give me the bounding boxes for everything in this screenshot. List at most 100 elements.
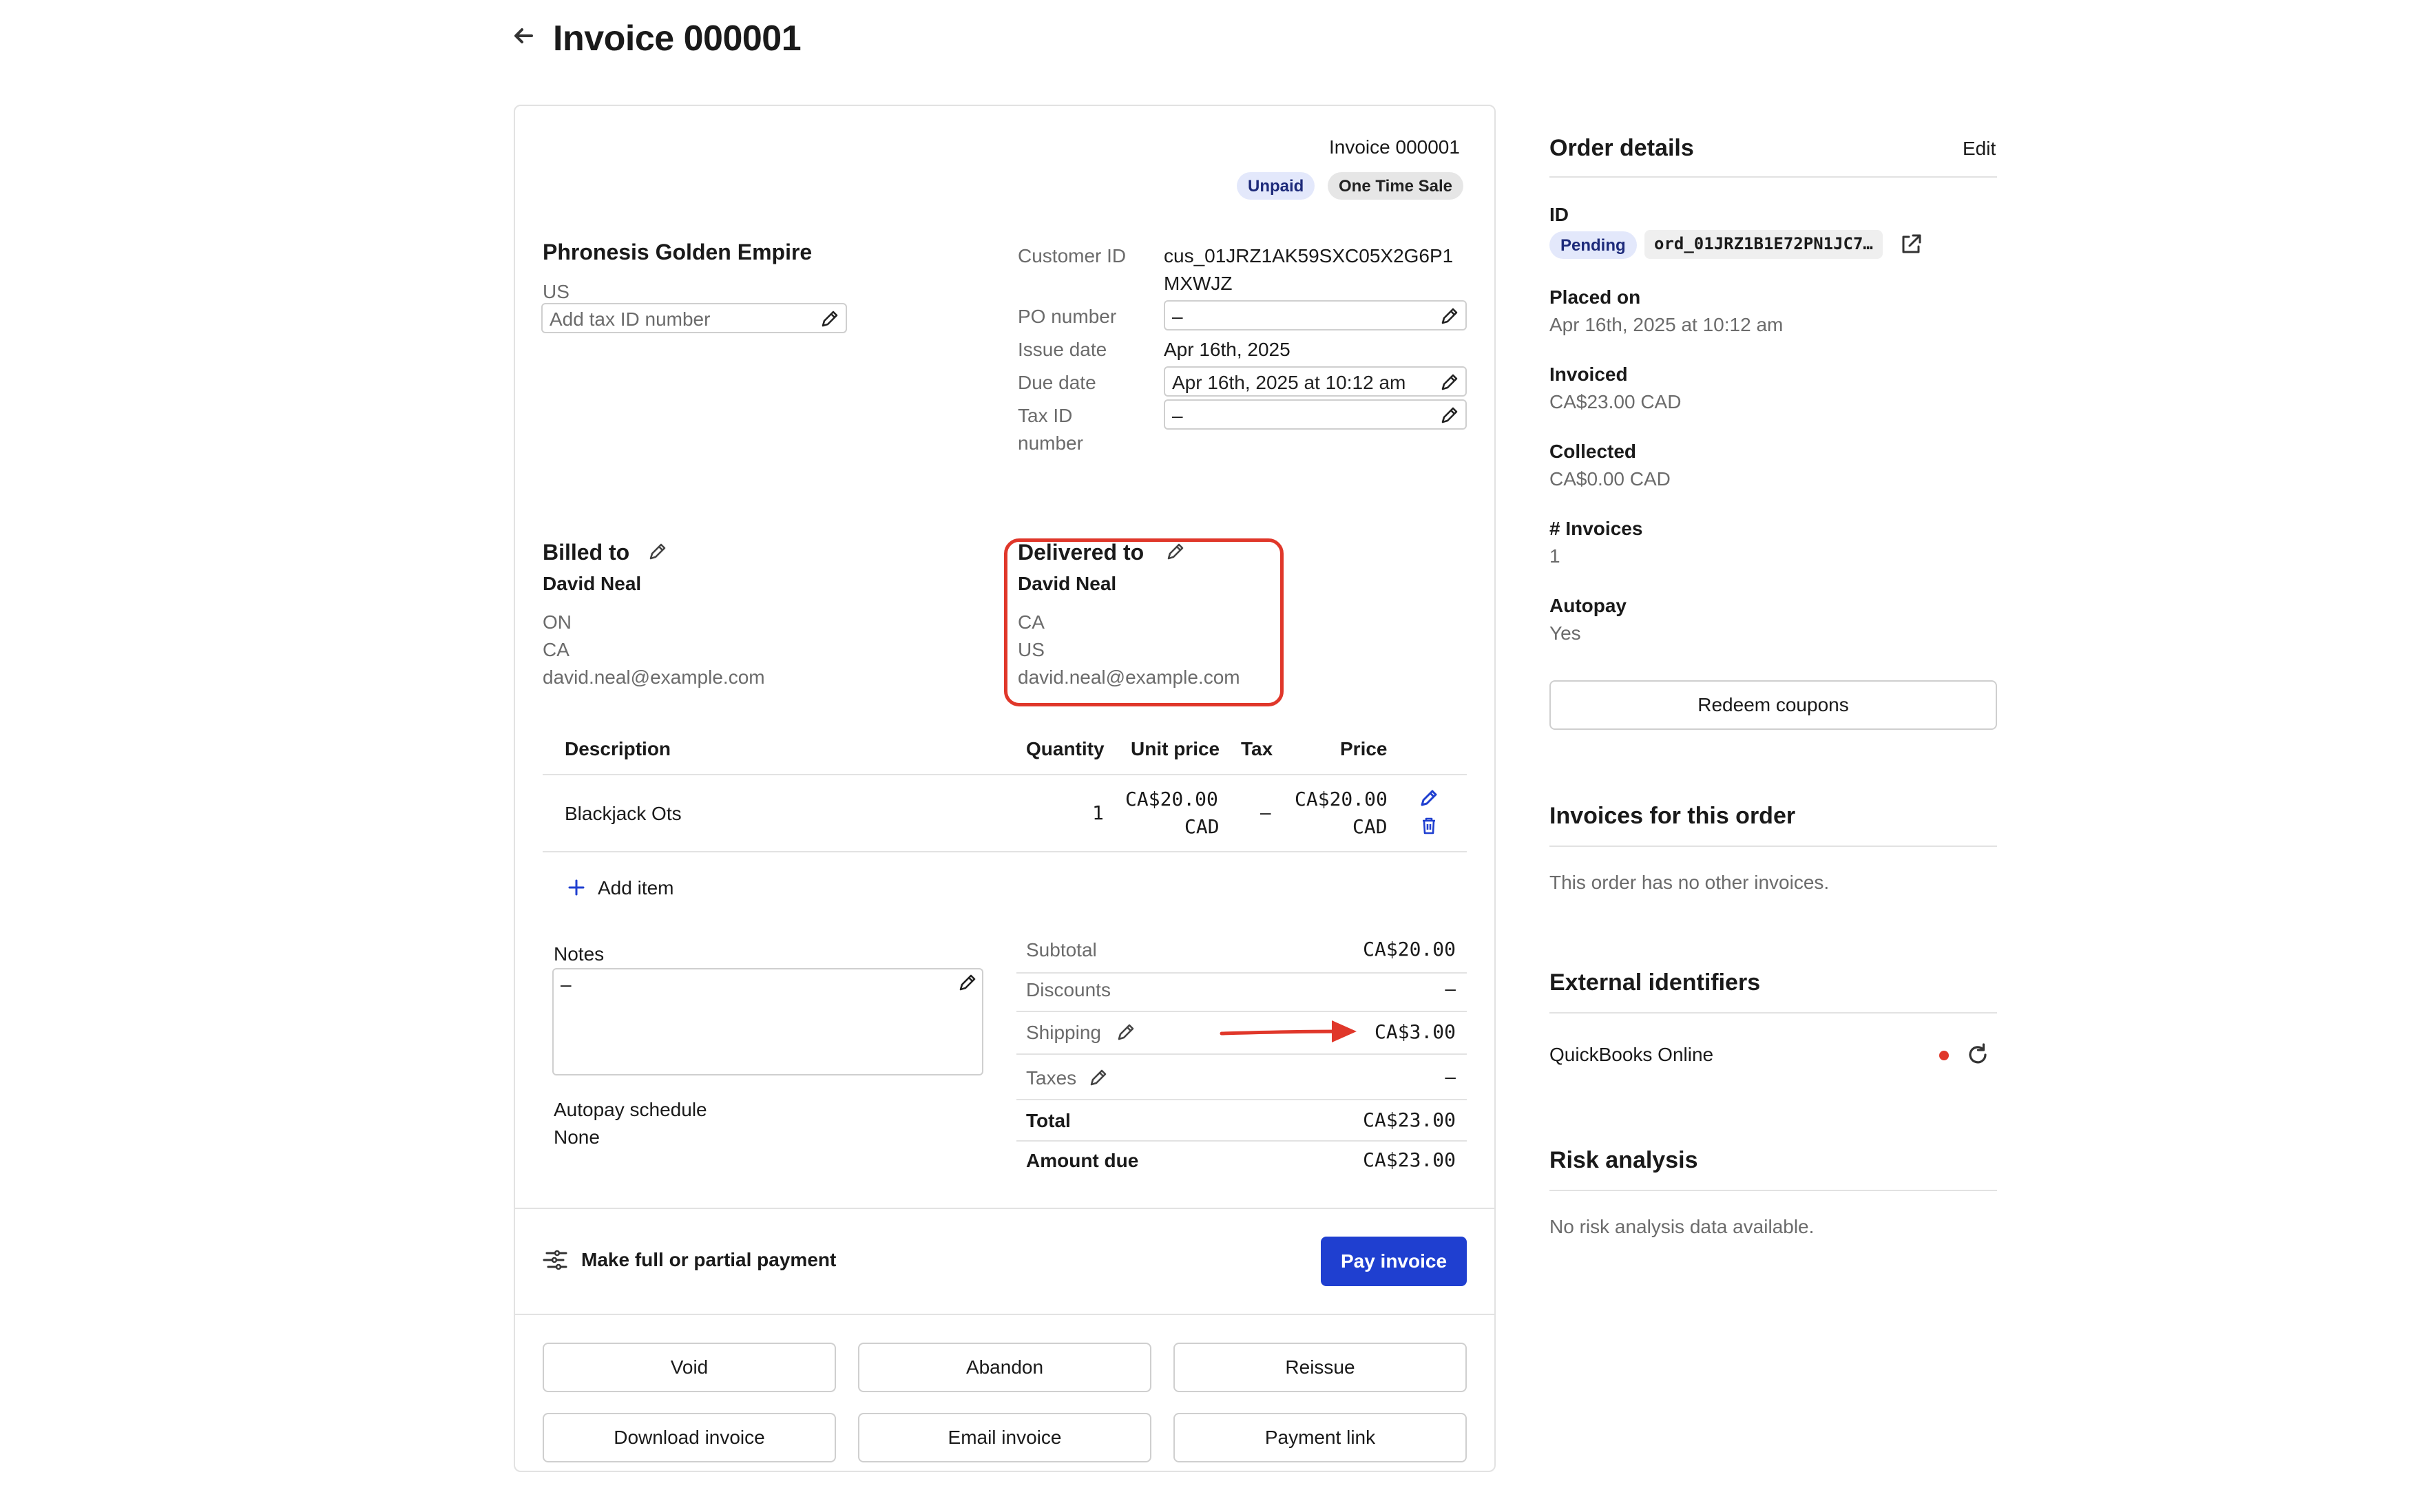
sync-status-dot [1939,1051,1949,1060]
tax-id-number-value: – [1172,405,1183,426]
autopay-schedule-link[interactable]: None [554,1126,600,1148]
issue-date-value: Apr 16th, 2025 [1164,339,1290,360]
notes-textarea[interactable]: – [552,968,983,1075]
divider [543,851,1467,852]
col-description: Description [565,738,671,759]
tax-id-placeholder: Add tax ID number [550,308,711,330]
invoiced-value: CA$23.00 CAD [1549,391,1682,412]
pencil-icon[interactable] [957,972,978,993]
autopay-value: Yes [1549,622,1581,644]
invoices-for-order-title: Invoices for this order [1549,803,1796,829]
status-badge-unpaid: Unpaid [1237,172,1315,200]
amount-due-label: Amount due [1026,1150,1139,1171]
order-id-value: ord_01JRZ1B1E72PN1JC7… [1644,230,1883,259]
order-status-badge: Pending [1549,231,1637,259]
refresh-icon[interactable] [1965,1042,1990,1067]
issue-date-label: Issue date [1018,339,1107,360]
billed-to-line2: CA [543,639,569,660]
annotation-highlight-box [1004,538,1284,706]
placed-on-value: Apr 16th, 2025 at 10:12 am [1549,314,1784,335]
divider [1016,1053,1467,1055]
tax-id-number-field[interactable]: – [1164,399,1467,430]
shipping-label: Shipping [1026,1022,1101,1043]
tax-id-number-label-cont: number [1018,432,1083,454]
col-quantity: Quantity [1026,738,1105,759]
billed-to-email: david.neal@example.com [543,666,765,688]
pencil-icon[interactable] [1439,405,1460,426]
tax-id-field[interactable]: Add tax ID number [541,303,847,333]
subtotal-label: Subtotal [1026,939,1097,960]
pencil-icon[interactable] [1088,1067,1109,1088]
collected-label: Collected [1549,441,1637,462]
taxes-value: – [1445,1066,1456,1087]
external-link-icon[interactable] [1899,233,1923,256]
invoice-count-label: # Invoices [1549,518,1643,539]
tax-id-number-label: Tax ID [1018,405,1073,426]
pencil-icon[interactable] [1439,372,1460,392]
item-quantity: 1 [1092,801,1104,824]
customer-id-link[interactable]: cus_01JRZ1AK59SXC05X2G6P1 [1164,245,1453,267]
plus-icon [568,879,585,896]
divider [1549,1190,1997,1191]
void-button[interactable]: Void [543,1343,836,1392]
quickbooks-label: QuickBooks Online [1549,1044,1714,1065]
status-badge-sale-type: One Time Sale [1328,172,1463,200]
po-number-label: PO number [1018,306,1117,327]
pencil-icon[interactable] [819,308,840,329]
external-identifiers-title: External identifiers [1549,969,1761,996]
risk-analysis-title: Risk analysis [1549,1147,1698,1173]
subtotal-value: CA$20.00 [1363,938,1456,960]
abandon-button[interactable]: Abandon [858,1343,1151,1392]
item-price-currency: CAD [1352,815,1388,838]
redeem-coupons-button[interactable]: Redeem coupons [1549,680,1997,730]
collected-value: CA$0.00 CAD [1549,468,1671,490]
item-description: Blackjack Ots [565,803,682,824]
divider [515,1208,1494,1209]
divider [515,1314,1494,1315]
pencil-icon[interactable] [1439,306,1460,326]
payment-label: Make full or partial payment [581,1249,837,1270]
download-invoice-button[interactable]: Download invoice [543,1413,836,1462]
billed-to-name: David Neal [543,573,642,594]
pencil-icon[interactable] [647,541,668,562]
placed-on-label: Placed on [1549,286,1641,308]
invoice-count-value: 1 [1549,545,1560,567]
notes-value: – [561,974,572,995]
edit-item-icon[interactable] [1419,788,1439,808]
billed-to-title: Billed to [543,540,630,565]
back-arrow-icon[interactable] [510,21,537,51]
pencil-icon[interactable] [1116,1022,1136,1042]
add-item-label: Add item [598,877,674,899]
payment-link-button[interactable]: Payment link [1173,1413,1467,1462]
total-label: Total [1026,1110,1071,1131]
discounts-value: – [1445,978,1456,999]
notes-label: Notes [554,943,605,965]
item-tax: – [1260,801,1271,823]
po-number-value: – [1172,306,1183,327]
customer-id-label: Customer ID [1018,245,1127,266]
invoiced-label: Invoiced [1549,364,1628,385]
due-date-field[interactable]: Apr 16th, 2025 at 10:12 am [1164,366,1467,397]
customer-name: Phronesis Golden Empire [543,240,813,264]
divider [1016,972,1467,974]
divider [1549,176,1997,178]
divider [1016,1099,1467,1100]
trash-icon[interactable] [1419,815,1439,836]
reissue-button[interactable]: Reissue [1173,1343,1467,1392]
edit-order-link[interactable]: Edit [1963,138,1996,160]
autopay-label: Autopay [1549,595,1627,616]
due-date-label: Due date [1018,372,1096,393]
pay-invoice-button[interactable]: Pay invoice [1321,1237,1467,1286]
annotation-arrow [1220,1020,1357,1042]
divider [1016,1140,1467,1142]
customer-id-link-cont[interactable]: MXWJZ [1164,273,1233,295]
invoices-empty-text: This order has no other invoices. [1549,872,1830,893]
col-tax: Tax [1241,738,1273,759]
risk-empty-text: No risk analysis data available. [1549,1216,1815,1237]
po-number-field[interactable]: – [1164,300,1467,330]
divider [543,774,1467,775]
email-invoice-button[interactable]: Email invoice [858,1413,1151,1462]
col-price: Price [1340,738,1388,759]
discounts-label: Discounts [1026,979,1111,1000]
divider [1549,846,1997,847]
